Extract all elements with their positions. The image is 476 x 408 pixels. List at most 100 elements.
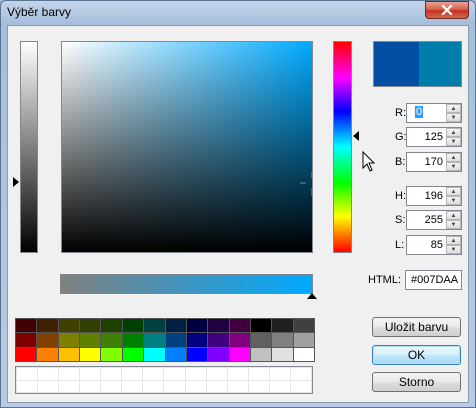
palette-swatch[interactable]: [272, 319, 293, 333]
palette-swatch[interactable]: [229, 319, 250, 333]
palette-swatch[interactable]: [58, 319, 80, 333]
custom-color-swatch[interactable]: [164, 380, 185, 392]
b-spinner[interactable]: ▲▼: [406, 152, 462, 172]
palette-swatch[interactable]: [229, 333, 250, 347]
palette-swatch[interactable]: [165, 347, 186, 361]
b-up-arrow-icon[interactable]: ▲: [446, 153, 461, 162]
b-input[interactable]: [409, 155, 443, 169]
saturation-value-field[interactable]: [61, 41, 313, 253]
custom-color-swatch[interactable]: [206, 368, 227, 380]
palette-swatch[interactable]: [37, 347, 58, 361]
palette-swatch[interactable]: [144, 333, 165, 347]
h-spinner[interactable]: ▲▼: [406, 186, 462, 206]
custom-color-swatch[interactable]: [185, 368, 206, 380]
custom-color-swatch[interactable]: [227, 380, 248, 392]
custom-color-swatch[interactable]: [59, 380, 80, 392]
palette-swatch[interactable]: [101, 319, 122, 333]
custom-color-swatch[interactable]: [80, 380, 101, 392]
custom-color-swatch[interactable]: [248, 380, 269, 392]
palette-swatch[interactable]: [165, 319, 186, 333]
s-spinner[interactable]: ▲▼: [406, 210, 462, 230]
palette-swatch[interactable]: [37, 333, 58, 347]
s-input[interactable]: [409, 213, 443, 227]
custom-color-swatch[interactable]: [248, 368, 269, 380]
g-down-arrow-icon[interactable]: ▼: [446, 137, 461, 146]
palette-swatch[interactable]: [293, 333, 314, 347]
palette-swatch[interactable]: [186, 333, 208, 347]
h-up-arrow-icon[interactable]: ▲: [446, 187, 461, 196]
custom-color-swatch[interactable]: [143, 368, 164, 380]
palette-swatch[interactable]: [186, 319, 208, 333]
g-spinner[interactable]: ▲▼: [406, 127, 462, 147]
r-up-arrow-icon[interactable]: ▲: [446, 104, 461, 113]
custom-color-swatch[interactable]: [101, 380, 122, 392]
html-color-input[interactable]: #007DAA: [405, 270, 462, 290]
g-input[interactable]: [409, 130, 443, 144]
palette-swatch[interactable]: [250, 319, 272, 333]
h-input[interactable]: [409, 189, 443, 203]
palette-swatch[interactable]: [16, 333, 37, 347]
palette-swatch[interactable]: [208, 333, 229, 347]
custom-color-swatch[interactable]: [269, 368, 290, 380]
palette-swatch[interactable]: [122, 333, 144, 347]
palette-swatch[interactable]: [272, 333, 293, 347]
custom-color-swatch[interactable]: [290, 368, 311, 380]
l-spinner[interactable]: ▲▼: [406, 235, 462, 255]
palette-swatch[interactable]: [250, 333, 272, 347]
palette-swatch[interactable]: [208, 319, 229, 333]
l-down-arrow-icon[interactable]: ▼: [446, 245, 461, 254]
custom-color-swatch[interactable]: [122, 368, 143, 380]
gradient-bar-arrow-icon[interactable]: [307, 293, 317, 299]
custom-color-swatch[interactable]: [101, 368, 122, 380]
palette-swatch[interactable]: [144, 319, 165, 333]
cancel-button[interactable]: Storno: [372, 372, 461, 392]
palette-swatch[interactable]: [208, 347, 229, 361]
title-bar[interactable]: Výběr barvy: [1, 1, 475, 25]
hue-slider-arrow-icon[interactable]: [353, 131, 359, 141]
r-down-arrow-icon[interactable]: ▼: [446, 113, 461, 122]
b-down-arrow-icon[interactable]: ▼: [446, 162, 461, 171]
custom-color-swatch[interactable]: [122, 380, 143, 392]
custom-color-swatch[interactable]: [269, 380, 290, 392]
custom-color-swatch[interactable]: [17, 368, 38, 380]
palette-swatch[interactable]: [16, 319, 37, 333]
h-down-arrow-icon[interactable]: ▼: [446, 196, 461, 205]
palette-swatch[interactable]: [58, 347, 80, 361]
palette-swatch[interactable]: [122, 319, 144, 333]
close-button[interactable]: [425, 1, 469, 19]
palette-swatch[interactable]: [293, 319, 314, 333]
palette-swatch[interactable]: [58, 333, 80, 347]
custom-color-swatch[interactable]: [59, 368, 80, 380]
custom-color-swatch[interactable]: [206, 380, 227, 392]
palette-swatch[interactable]: [122, 347, 144, 361]
ok-button[interactable]: OK: [372, 345, 461, 365]
palette-swatch[interactable]: [229, 347, 250, 361]
color-gradient-bar[interactable]: [60, 274, 313, 294]
palette-swatch[interactable]: [80, 333, 101, 347]
g-up-arrow-icon[interactable]: ▲: [446, 128, 461, 137]
l-up-arrow-icon[interactable]: ▲: [446, 236, 461, 245]
palette-swatch[interactable]: [16, 347, 37, 361]
save-color-button[interactable]: Uložit barvu: [372, 317, 461, 337]
custom-color-swatch[interactable]: [38, 368, 59, 380]
s-up-arrow-icon[interactable]: ▲: [446, 211, 461, 220]
luminance-slider[interactable]: [20, 41, 38, 253]
s-down-arrow-icon[interactable]: ▼: [446, 220, 461, 229]
custom-color-swatch[interactable]: [143, 380, 164, 392]
palette-swatch[interactable]: [186, 347, 208, 361]
l-input[interactable]: [409, 238, 443, 252]
palette-swatch[interactable]: [250, 347, 272, 361]
hue-slider[interactable]: [333, 41, 352, 253]
custom-color-swatch[interactable]: [164, 368, 185, 380]
palette-swatch[interactable]: [272, 347, 293, 361]
custom-color-swatch[interactable]: [80, 368, 101, 380]
r-spinner[interactable]: 0 ▲ ▼: [406, 103, 462, 123]
custom-color-swatch[interactable]: [38, 380, 59, 392]
palette-swatch[interactable]: [293, 347, 314, 361]
luminance-slider-arrow-icon[interactable]: [13, 177, 19, 187]
custom-color-swatch[interactable]: [185, 380, 206, 392]
palette-swatch[interactable]: [80, 319, 101, 333]
custom-color-swatch[interactable]: [227, 368, 248, 380]
palette-swatch[interactable]: [80, 347, 101, 361]
palette-swatch[interactable]: [101, 347, 122, 361]
